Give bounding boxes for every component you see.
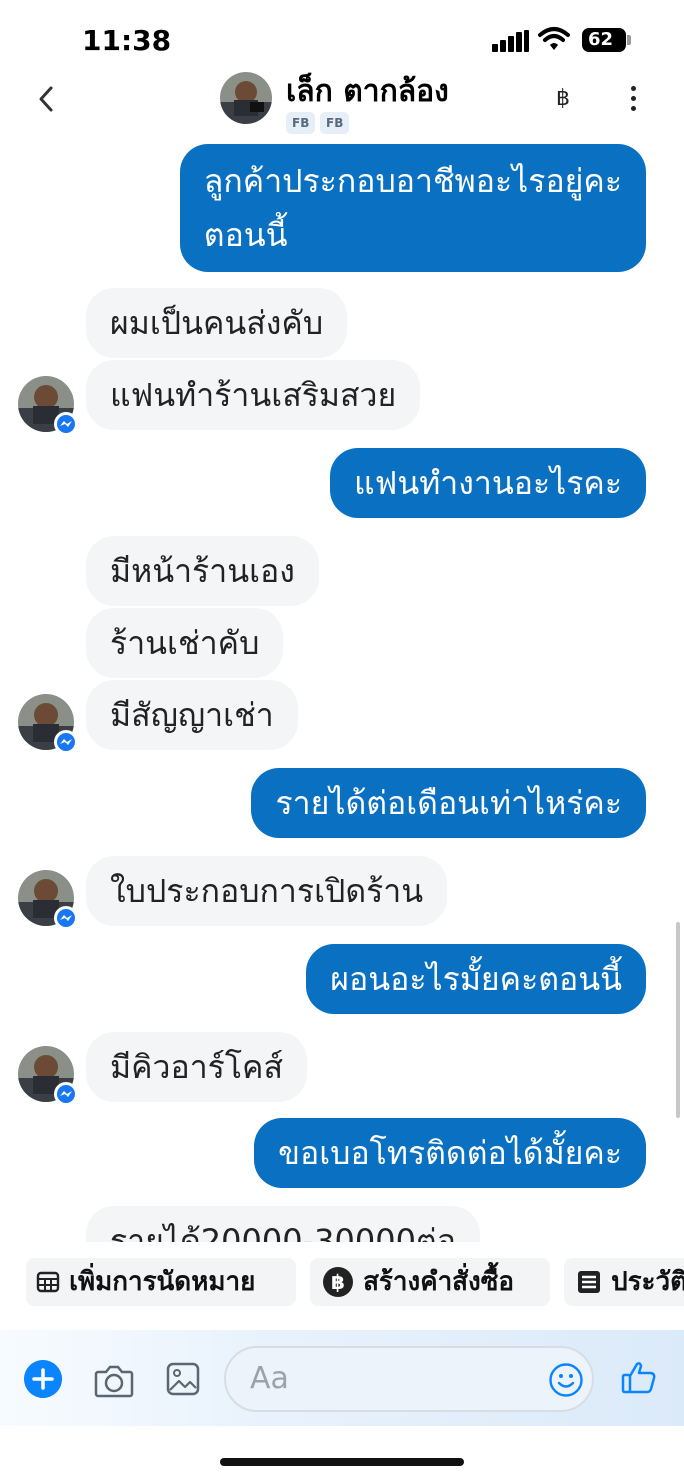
- chip-label: ประวัติ: [611, 1267, 684, 1297]
- incoming-message[interactable]: มีคิวอาร์โคส์: [86, 1032, 307, 1102]
- image-gallery-icon[interactable]: [166, 1362, 200, 1396]
- messenger-badge-icon: [54, 412, 78, 436]
- baht-icon[interactable]: ฿: [556, 86, 570, 111]
- status-time: 11:38: [82, 24, 172, 57]
- messenger-badge-icon: [54, 730, 78, 754]
- create-order-button[interactable]: ฿ สร้างคำสั่งซื้อ: [310, 1258, 550, 1306]
- outgoing-message[interactable]: แฟนทำงานอะไรคะ: [330, 448, 646, 518]
- message-input[interactable]: Aa: [224, 1346, 594, 1412]
- incoming-message[interactable]: มีสัญญาเช่า: [86, 680, 298, 750]
- calendar-grid-icon: [36, 1271, 60, 1293]
- message-line: ตอนนี้: [203, 216, 288, 254]
- baht-circle-icon: ฿: [323, 1267, 353, 1297]
- battery-tip: [627, 35, 631, 45]
- incoming-message[interactable]: ร้านเช่าคับ: [86, 608, 284, 678]
- outgoing-message[interactable]: รายได้ต่อเดือนเท่าไหร่คะ: [251, 768, 646, 838]
- incoming-message[interactable]: แฟนทำร้านเสริมสวย: [86, 360, 421, 430]
- chip-label: สร้างคำสั่งซื้อ: [363, 1267, 515, 1297]
- incoming-message[interactable]: ผมเป็นคนส่งคับ: [86, 288, 348, 358]
- contact-avatar[interactable]: [220, 72, 272, 124]
- svg-text:฿: ฿: [331, 1270, 345, 1294]
- camera-icon[interactable]: [94, 1362, 134, 1398]
- chip-label: เพิ่มการนัดหมาย: [69, 1267, 256, 1297]
- wifi-icon: [538, 27, 570, 50]
- message-line: ลูกค้าประกอบอาชีพอะไรอยู่คะ: [203, 162, 622, 200]
- outgoing-message[interactable]: ขอเบอโทรติดต่อได้มั้ยคะ: [254, 1118, 646, 1188]
- history-button[interactable]: ประวัติ: [564, 1258, 684, 1306]
- message-list[interactable]: ลูกค้าประกอบอาชีพอะไรอยู่คะ ตอนนี้ ผมเป็…: [0, 130, 684, 1242]
- outgoing-message[interactable]: ผอนอะไรมั้ยคะตอนนี้: [306, 944, 646, 1014]
- more-options-icon[interactable]: [630, 86, 638, 112]
- messenger-badge-icon: [54, 1082, 78, 1106]
- incoming-message[interactable]: รายได้20000-30000ต่อ: [86, 1206, 480, 1242]
- outgoing-message[interactable]: ลูกค้าประกอบอาชีพอะไรอยู่คะ ตอนนี้: [179, 144, 646, 272]
- messenger-badge-icon: [54, 906, 78, 930]
- cellular-signal-icon: [492, 30, 530, 52]
- home-indicator: [220, 1458, 464, 1466]
- incoming-message[interactable]: มีหน้าร้านเอง: [86, 536, 319, 606]
- incoming-message[interactable]: ใบประกอบการเปิดร้าน: [86, 856, 448, 926]
- emoji-icon[interactable]: [548, 1362, 584, 1398]
- back-chevron-icon[interactable]: [32, 84, 62, 114]
- scrollbar[interactable]: [676, 922, 680, 1118]
- document-list-icon: [578, 1271, 600, 1293]
- contact-name[interactable]: เล็ก ตากล้อง: [286, 68, 449, 115]
- plus-icon[interactable]: [24, 1360, 62, 1398]
- battery-level: 62: [582, 28, 626, 52]
- add-appointment-button[interactable]: เพิ่มการนัดหมาย: [26, 1258, 296, 1306]
- thumbs-up-icon[interactable]: [620, 1358, 658, 1396]
